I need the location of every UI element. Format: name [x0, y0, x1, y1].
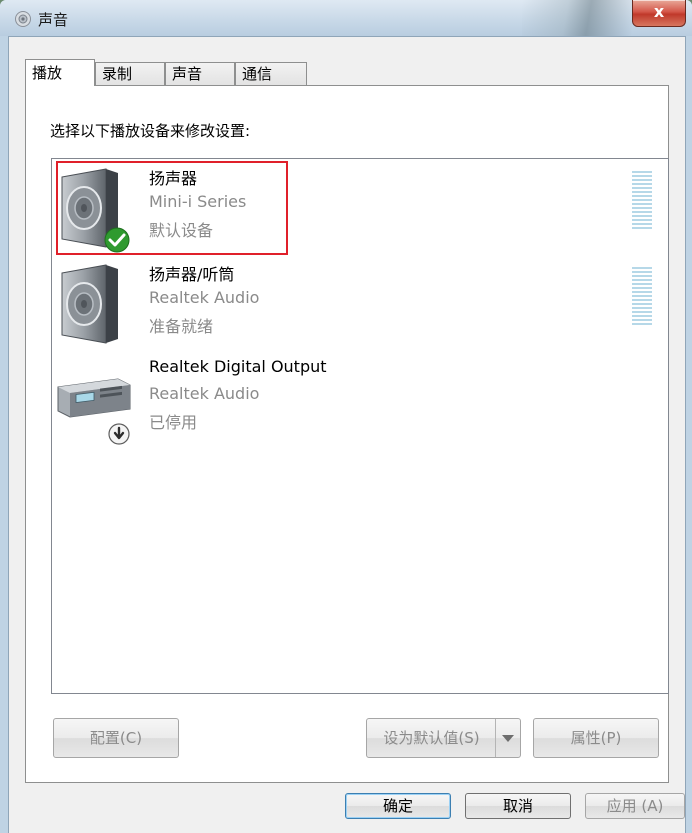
device-driver: Realtek Audio [149, 384, 260, 403]
device-name: 扬声器 [149, 169, 198, 188]
playback-panel: 选择以下播放设备来修改设置: 扬声器 Mini-i Series 默认设备 扬声… [25, 85, 669, 783]
device-status: 已停用 [149, 413, 198, 432]
sound-dialog-window: 声音 x 播放 录制 声音 通信 选择以下播放设备来修改设置: 扬声器 Mini… [0, 0, 692, 833]
properties-button[interactable]: 属性(P) [533, 718, 659, 758]
device-item-speakers[interactable]: 扬声器 Mini-i Series 默认设备 [52, 161, 668, 253]
close-button[interactable]: x [632, 0, 686, 27]
window-title: 声音 [38, 11, 69, 29]
device-driver: Realtek Audio [149, 288, 260, 307]
device-status: 默认设备 [149, 221, 214, 240]
device-driver: Mini-i Series [149, 192, 247, 211]
chevron-down-icon[interactable] [495, 719, 520, 757]
speaker-app-icon [15, 11, 31, 27]
close-icon: x [653, 2, 665, 21]
device-status: 准备就绪 [149, 317, 214, 336]
device-item-digital-output[interactable]: Realtek Digital Output Realtek Audio 已停用 [52, 353, 668, 445]
tab-recording[interactable]: 录制 [95, 62, 165, 85]
dialog-body: 播放 录制 声音 通信 选择以下播放设备来修改设置: 扬声器 Mini-i Se… [8, 36, 686, 833]
set-default-button[interactable]: 设为默认值(S) [366, 718, 521, 758]
configure-button[interactable]: 配置(C) [53, 718, 179, 758]
checkmark-icon [104, 227, 130, 253]
device-list[interactable]: 扬声器 Mini-i Series 默认设备 扬声器/听筒 Realtek Au… [51, 158, 669, 694]
tab-playback[interactable]: 播放 [25, 59, 95, 86]
device-item-speakers-headphones[interactable]: 扬声器/听筒 Realtek Audio 准备就绪 [52, 257, 668, 349]
cancel-button[interactable]: 取消 [465, 793, 571, 819]
title-bar[interactable]: 声音 x [0, 0, 692, 36]
ok-button[interactable]: 确定 [345, 793, 451, 819]
device-name: 扬声器/听筒 [149, 265, 235, 284]
tab-sounds[interactable]: 声音 [165, 62, 235, 85]
instruction-text: 选择以下播放设备来修改设置: [50, 122, 251, 140]
speaker-icon [61, 264, 118, 344]
apply-button[interactable]: 应用 (A) [585, 793, 685, 819]
device-name: Realtek Digital Output [149, 357, 327, 376]
disabled-arrow-icon [108, 423, 130, 445]
volume-meter [632, 171, 652, 231]
tab-communications[interactable]: 通信 [235, 62, 307, 85]
volume-meter [632, 267, 652, 327]
